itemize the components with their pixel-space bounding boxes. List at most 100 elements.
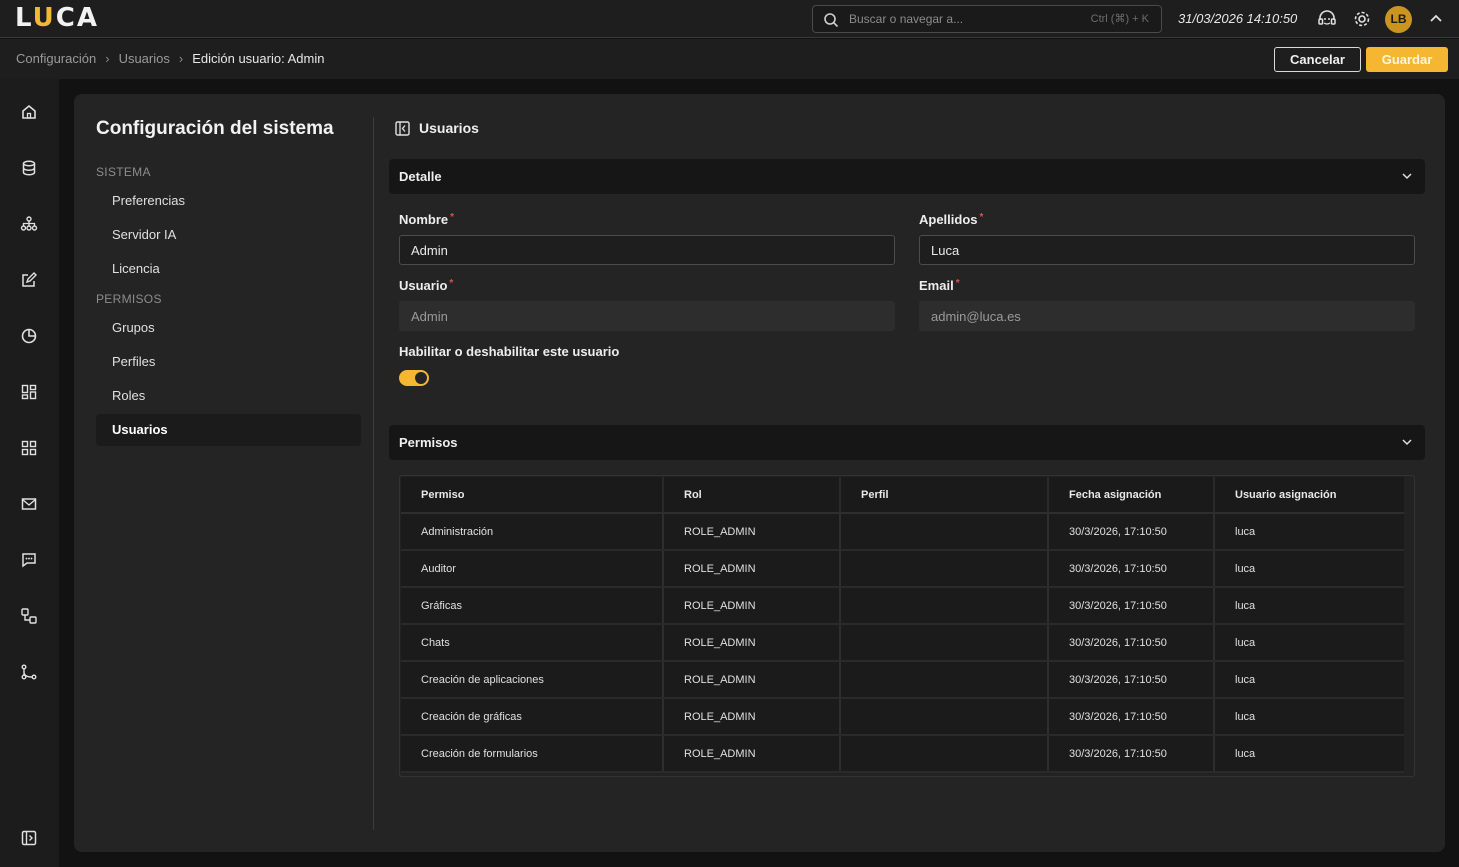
table-row[interactable]: Creación de formularios ROLE_ADMIN 30/3/… <box>401 735 1404 773</box>
cancel-button[interactable]: Cancelar <box>1274 47 1361 72</box>
search-icon <box>824 13 839 28</box>
dashboard-icon[interactable] <box>20 383 38 401</box>
cell-perfil <box>840 661 1049 699</box>
nombre-label-text: Nombre <box>399 212 449 227</box>
cell-permiso: Chats <box>401 624 664 662</box>
cell-usuario: luca <box>1214 513 1404 551</box>
apps-grid-icon[interactable] <box>20 439 38 457</box>
table-row[interactable]: Auditor ROLE_ADMIN 30/3/2026, 17:10:50 l… <box>401 550 1404 588</box>
cell-permiso: Creación de formularios <box>401 735 664 773</box>
cell-usuario: luca <box>1214 698 1404 736</box>
cell-permiso: Creación de aplicaciones <box>401 661 664 699</box>
cell-rol: ROLE_ADMIN <box>663 698 841 736</box>
apellidos-label: Apellidos * <box>919 212 983 227</box>
cell-usuario: luca <box>1214 661 1404 699</box>
required-mark: * <box>955 278 960 289</box>
left-rail <box>0 79 59 867</box>
enable-user-toggle[interactable] <box>399 370 429 386</box>
chevron-down-icon[interactable] <box>1401 170 1413 182</box>
cell-usuario: luca <box>1214 587 1404 625</box>
nav-item-licencia[interactable]: Licencia <box>96 253 361 285</box>
chevron-up-icon[interactable] <box>1426 9 1446 29</box>
nav-item-servidor-ia[interactable]: Servidor IA <box>96 219 361 251</box>
column-header-rol[interactable]: Rol <box>663 477 841 514</box>
search-box[interactable]: Buscar o navegar a... Ctrl (⌘) + K <box>812 5 1162 33</box>
cell-rol: ROLE_ADMIN <box>663 661 841 699</box>
top-bar: LUCA Buscar o navegar a... Ctrl (⌘) + K … <box>0 0 1459 38</box>
cell-fecha: 30/3/2026, 17:10:50 <box>1048 735 1215 773</box>
section-label-permisos: PERMISOS <box>96 292 162 306</box>
search-shortcut: Ctrl (⌘) + K <box>1090 13 1149 25</box>
breadcrumb-separator: › <box>105 51 110 66</box>
network-icon[interactable] <box>20 215 38 233</box>
cell-fecha: 30/3/2026, 17:10:50 <box>1048 698 1215 736</box>
cell-perfil <box>840 624 1049 662</box>
cell-fecha: 30/3/2026, 17:10:50 <box>1048 624 1215 662</box>
panel-divider <box>373 117 374 830</box>
avatar[interactable]: LB <box>1385 6 1412 33</box>
nav-item-grupos[interactable]: Grupos <box>96 312 361 344</box>
branch-icon[interactable] <box>20 663 38 681</box>
cell-permiso: Auditor <box>401 550 664 588</box>
table-row[interactable]: Administración ROLE_ADMIN 30/3/2026, 17:… <box>401 513 1404 551</box>
nav-item-perfiles[interactable]: Perfiles <box>96 346 361 378</box>
sidebar-toggle-icon[interactable] <box>20 829 38 847</box>
apellidos-field[interactable] <box>919 235 1415 265</box>
flow-icon[interactable] <box>20 607 38 625</box>
breadcrumb-bar: Configuración › Usuarios › Edición usuar… <box>0 39 1459 79</box>
cell-rol: ROLE_ADMIN <box>663 735 841 773</box>
email-label-text: Email <box>919 278 954 293</box>
permissions-grid: Permiso Rol Perfil Fecha asignación Usua… <box>401 477 1404 773</box>
cell-perfil <box>840 513 1049 551</box>
current-datetime: 31/03/2026 14:10:50 <box>1178 11 1298 26</box>
collapse-panel-icon[interactable] <box>395 121 410 136</box>
cell-permiso: Administración <box>401 513 664 551</box>
usuario-label-text: Usuario <box>399 278 448 293</box>
table-row[interactable]: Creación de aplicaciones ROLE_ADMIN 30/3… <box>401 661 1404 699</box>
nav-item-preferencias[interactable]: Preferencias <box>96 185 361 217</box>
email-field <box>919 301 1415 331</box>
nav-item-usuarios[interactable]: Usuarios <box>96 414 361 446</box>
cell-rol: ROLE_ADMIN <box>663 513 841 551</box>
app-logo[interactable]: LUCA <box>15 3 99 33</box>
table-row[interactable]: Chats ROLE_ADMIN 30/3/2026, 17:10:50 luc… <box>401 624 1404 662</box>
cell-usuario: luca <box>1214 624 1404 662</box>
pie-chart-icon[interactable] <box>20 327 38 345</box>
cell-usuario: luca <box>1214 550 1404 588</box>
table-row[interactable]: Creación de gráficas ROLE_ADMIN 30/3/202… <box>401 698 1404 736</box>
breadcrumb-current: Edición usuario: Admin <box>192 51 325 66</box>
required-mark: * <box>449 278 454 289</box>
mail-icon[interactable] <box>20 495 38 513</box>
enable-user-label: Habilitar o deshabilitar este usuario <box>399 344 620 359</box>
home-icon[interactable] <box>20 103 38 121</box>
table-row[interactable]: Gráficas ROLE_ADMIN 30/3/2026, 17:10:50 … <box>401 587 1404 625</box>
edit-icon[interactable] <box>20 271 38 289</box>
email-label: Email * <box>919 278 960 293</box>
nombre-field[interactable] <box>399 235 895 265</box>
nav-item-roles[interactable]: Roles <box>96 380 361 412</box>
section-label-sistema: SISTEMA <box>96 165 151 179</box>
column-header-usuario[interactable]: Usuario asignación <box>1214 477 1404 514</box>
detail-section-header[interactable]: Detalle <box>389 159 1425 194</box>
support-agent-icon[interactable] <box>1317 9 1337 29</box>
cell-fecha: 30/3/2026, 17:10:50 <box>1048 550 1215 588</box>
gear-icon[interactable] <box>1352 9 1372 29</box>
breadcrumb-item-usuarios[interactable]: Usuarios <box>119 51 170 66</box>
breadcrumb-item-configuracion[interactable]: Configuración <box>16 51 96 66</box>
chat-icon[interactable] <box>20 551 38 569</box>
save-button[interactable]: Guardar <box>1366 47 1448 72</box>
toggle-knob <box>415 372 427 384</box>
database-icon[interactable] <box>20 159 38 177</box>
required-mark: * <box>979 212 984 223</box>
apellidos-label-text: Apellidos <box>919 212 978 227</box>
breadcrumb-separator: › <box>178 51 184 66</box>
cell-fecha: 30/3/2026, 17:10:50 <box>1048 587 1215 625</box>
column-header-permiso[interactable]: Permiso <box>401 477 664 514</box>
chevron-down-icon[interactable] <box>1401 436 1413 448</box>
permissions-table: Permiso Rol Perfil Fecha asignación Usua… <box>399 475 1415 777</box>
column-header-fecha[interactable]: Fecha asignación <box>1048 477 1215 514</box>
column-header-perfil[interactable]: Perfil <box>840 477 1049 514</box>
permissions-section-header[interactable]: Permisos <box>389 425 1425 460</box>
detail-section-label: Detalle <box>399 169 442 184</box>
config-title: Configuración del sistema <box>96 118 334 139</box>
